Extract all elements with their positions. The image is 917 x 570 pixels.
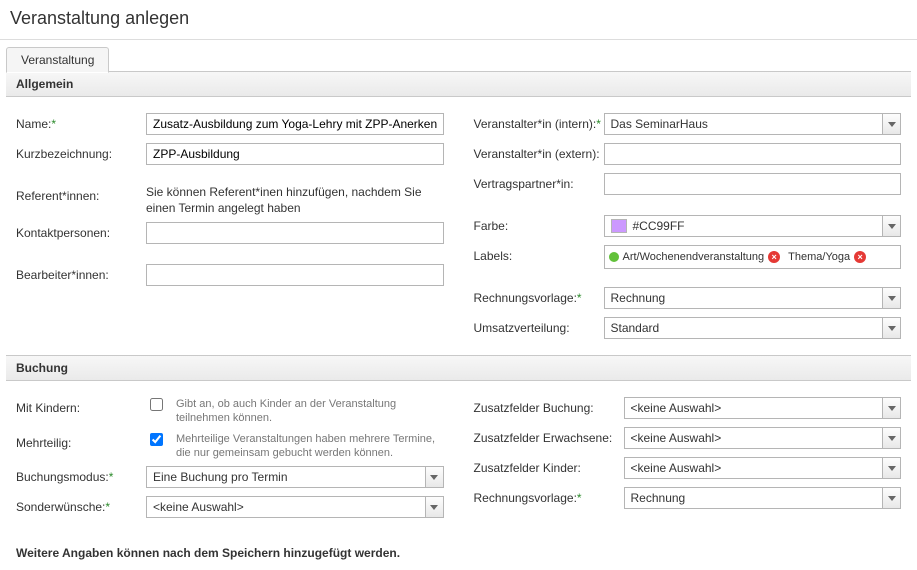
chevron-down-icon [882, 488, 900, 508]
kontakt-input[interactable] [146, 222, 444, 244]
label-zf-erw: Zusatzfelder Erwachsene: [474, 427, 624, 445]
sonder-select[interactable]: <keine Auswahl> [146, 496, 444, 518]
dot-icon [609, 252, 619, 262]
mehrteilig-hint: Mehrteilige Veranstaltungen haben mehrer… [176, 432, 444, 461]
ver-ext-input[interactable] [604, 143, 902, 165]
section-allgemein: Name: Kurzbezeichnung: Referent*innen: S… [6, 97, 911, 355]
kinder-hint: Gibt an, ob auch Kinder an der Veranstal… [176, 397, 444, 426]
kurz-input[interactable] [146, 143, 444, 165]
label-kontakt: Kontaktpersonen: [16, 222, 146, 240]
label-zf-buchung: Zusatzfelder Buchung: [474, 397, 624, 415]
rechvorl-b-select[interactable]: Rechnung [624, 487, 902, 509]
remove-tag-icon[interactable]: × [768, 251, 780, 263]
referent-hint: Sie können Referent*inen hinzufügen, nac… [146, 185, 444, 216]
section-header-buchung: Buchung [6, 355, 911, 381]
page-title: Veranstaltung anlegen [0, 0, 917, 40]
label-kinder: Mit Kindern: [16, 397, 146, 415]
label-bearbeiter: Bearbeiter*innen: [16, 264, 146, 282]
label-sonder: Sonderwünsche: [16, 496, 146, 514]
chevron-down-icon [882, 428, 900, 448]
remove-tag-icon[interactable]: × [854, 251, 866, 263]
mehrteilig-checkbox[interactable] [150, 433, 163, 446]
vertrag-input[interactable] [604, 173, 902, 195]
label-kurz: Kurzbezeichnung: [16, 143, 146, 161]
zf-buchung-select[interactable]: <keine Auswahl> [624, 397, 902, 419]
footer-note: Weitere Angaben können nach dem Speicher… [0, 534, 917, 570]
label-ver-ext: Veranstalter*in (extern): [474, 143, 604, 161]
section-buchung: Mit Kindern: Gibt an, ob auch Kinder an … [6, 381, 911, 534]
rechvorl-select[interactable]: Rechnung [604, 287, 902, 309]
tag: Thema/Yoga × [788, 251, 866, 263]
chevron-down-icon [882, 458, 900, 478]
label-zf-kind: Zusatzfelder Kinder: [474, 457, 624, 475]
zf-erw-select[interactable]: <keine Auswahl> [624, 427, 902, 449]
color-swatch [611, 219, 627, 233]
name-input[interactable] [146, 113, 444, 135]
label-umsatz: Umsatzverteilung: [474, 317, 604, 335]
section-header-allgemein: Allgemein [6, 72, 911, 97]
label-rechvorl-b: Rechnungsvorlage: [474, 487, 624, 505]
chevron-down-icon [882, 398, 900, 418]
ver-int-select[interactable]: Das SeminarHaus [604, 113, 902, 135]
umsatz-select[interactable]: Standard [604, 317, 902, 339]
chevron-down-icon [425, 467, 443, 487]
chevron-down-icon [882, 288, 900, 308]
label-mehrteilig: Mehrteilig: [16, 432, 146, 450]
chevron-down-icon [882, 216, 900, 236]
labels-tagbox[interactable]: Art/Wochenendveranstaltung × Thema/Yoga … [604, 245, 902, 269]
tag: Art/Wochenendveranstaltung × [609, 251, 781, 263]
chevron-down-icon [425, 497, 443, 517]
modus-select[interactable]: Eine Buchung pro Termin [146, 466, 444, 488]
chevron-down-icon [882, 114, 900, 134]
label-modus: Buchungsmodus: [16, 466, 146, 484]
zf-kind-select[interactable]: <keine Auswahl> [624, 457, 902, 479]
label-referent: Referent*innen: [16, 185, 146, 203]
label-ver-int: Veranstalter*in (intern): [474, 113, 604, 131]
bearbeiter-input[interactable] [146, 264, 444, 286]
label-name: Name: [16, 113, 146, 131]
kinder-checkbox[interactable] [150, 398, 163, 411]
label-labels: Labels: [474, 245, 604, 263]
tab-bar: Veranstaltung [6, 46, 911, 72]
farbe-select[interactable]: #CC99FF [604, 215, 902, 237]
chevron-down-icon [882, 318, 900, 338]
label-farbe: Farbe: [474, 215, 604, 233]
label-rechvorl: Rechnungsvorlage: [474, 287, 604, 305]
tab-veranstaltung[interactable]: Veranstaltung [6, 47, 109, 73]
label-vertrag: Vertragspartner*in: [474, 173, 604, 191]
